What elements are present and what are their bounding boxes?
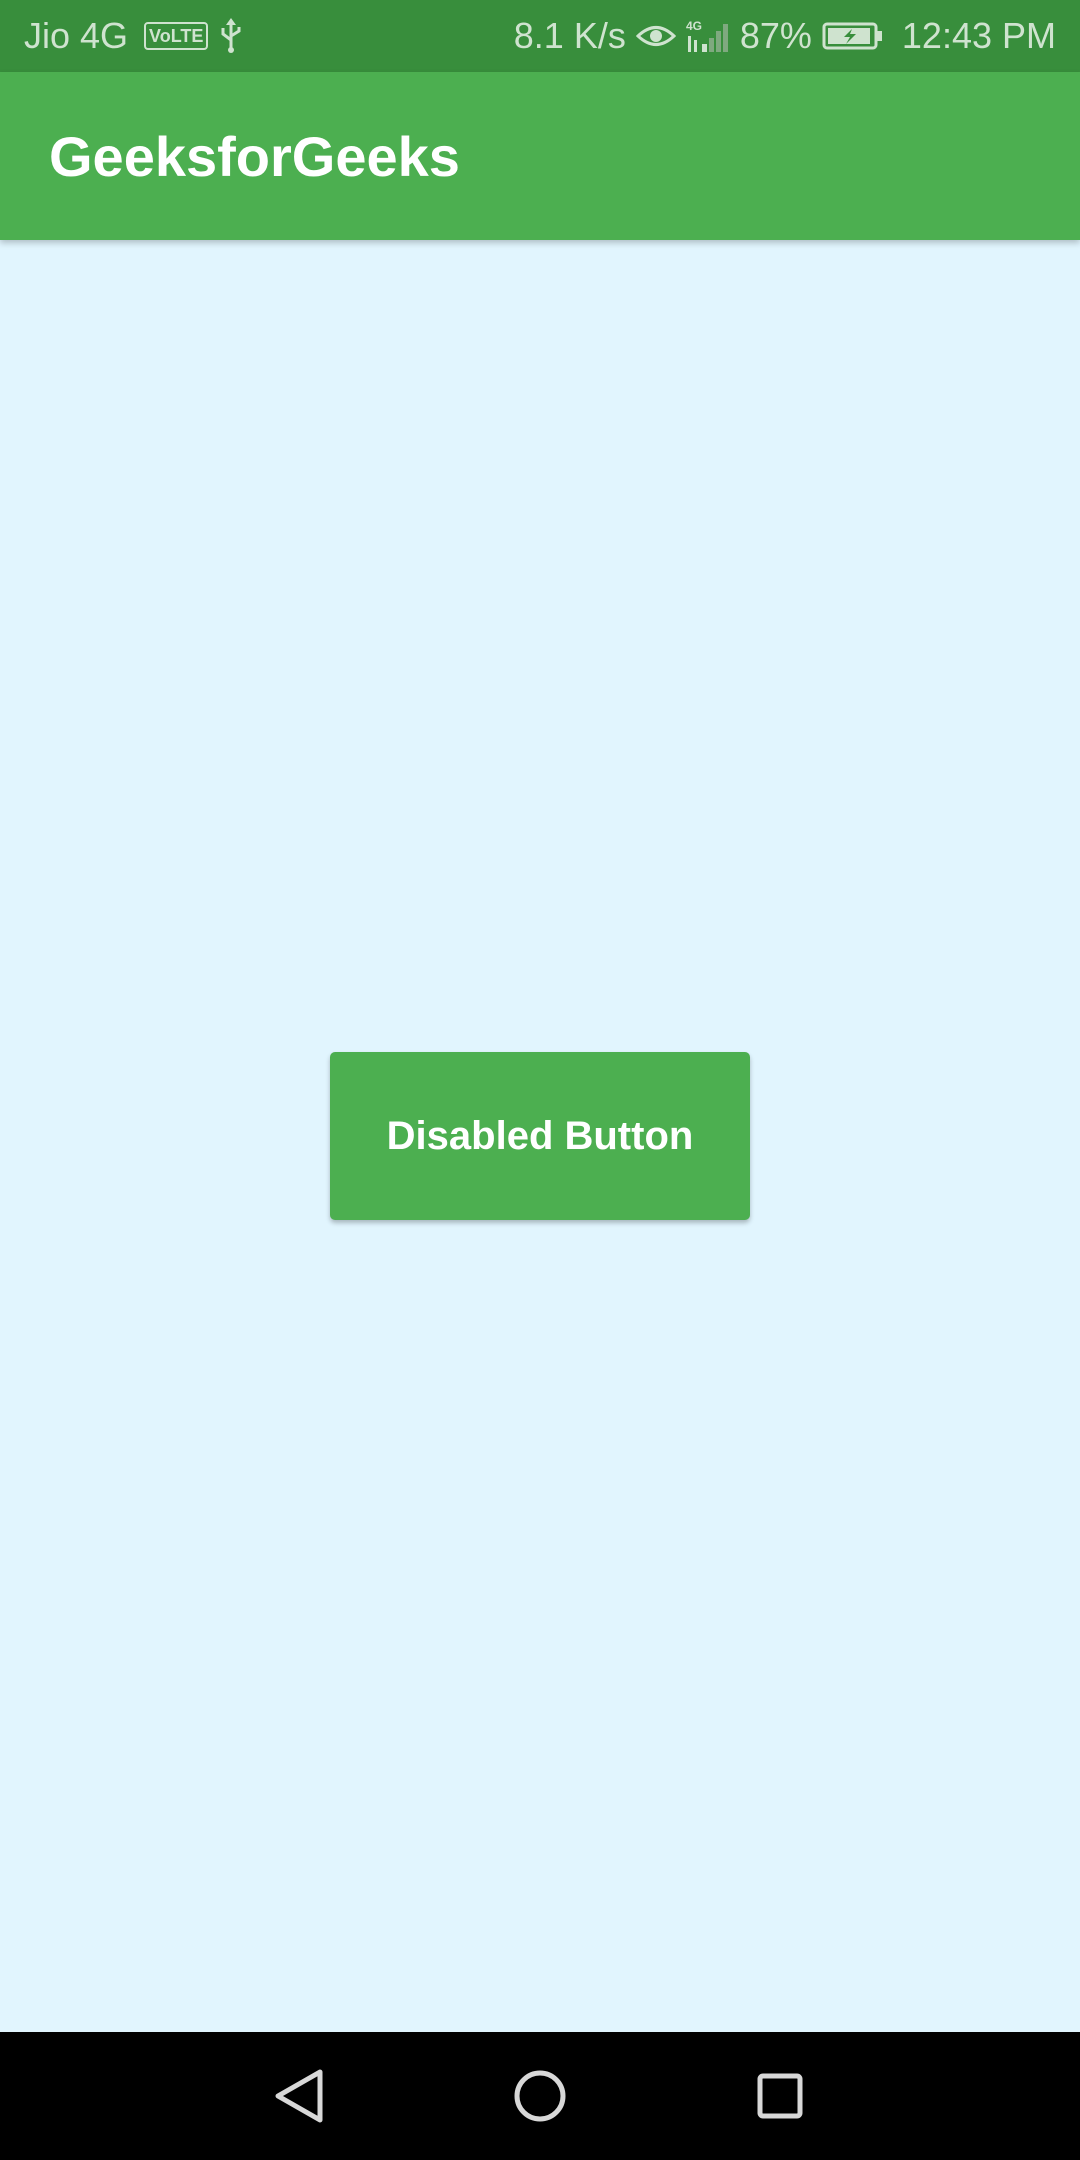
volte-badge: VoLTE bbox=[144, 22, 209, 50]
battery-percent: 87% bbox=[739, 15, 812, 56]
recents-icon[interactable] bbox=[740, 2056, 820, 2136]
app-title: GeeksforGeeks bbox=[49, 124, 460, 188]
clock: 12:43 PM bbox=[901, 15, 1056, 56]
signal-icon: 4G bbox=[686, 18, 730, 54]
battery-charging-icon bbox=[822, 21, 884, 51]
status-left: Jio 4G VoLTE bbox=[24, 0, 244, 72]
network-speed: 8.1 K/s bbox=[513, 15, 626, 56]
content-area: Disabled Button bbox=[0, 240, 1080, 2032]
status-bar: Jio 4G VoLTE 8.1 K/s 4G 87% 12:43 PM bbox=[0, 0, 1080, 72]
status-right: 8.1 K/s 4G 87% 12:43 PM bbox=[514, 0, 1056, 72]
navigation-bar bbox=[0, 2032, 1080, 2160]
svg-text:4G: 4G bbox=[686, 19, 702, 33]
disabled-button[interactable]: Disabled Button bbox=[330, 1052, 750, 1220]
screen: Jio 4G VoLTE 8.1 K/s 4G 87% 12:43 PM Gee… bbox=[0, 0, 1080, 2160]
back-icon[interactable] bbox=[260, 2056, 340, 2136]
home-icon[interactable] bbox=[500, 2056, 580, 2136]
eye-icon bbox=[635, 21, 676, 51]
usb-icon bbox=[218, 18, 244, 54]
app-bar: GeeksforGeeks bbox=[0, 72, 1080, 240]
carrier-label: Jio 4G bbox=[24, 15, 129, 56]
